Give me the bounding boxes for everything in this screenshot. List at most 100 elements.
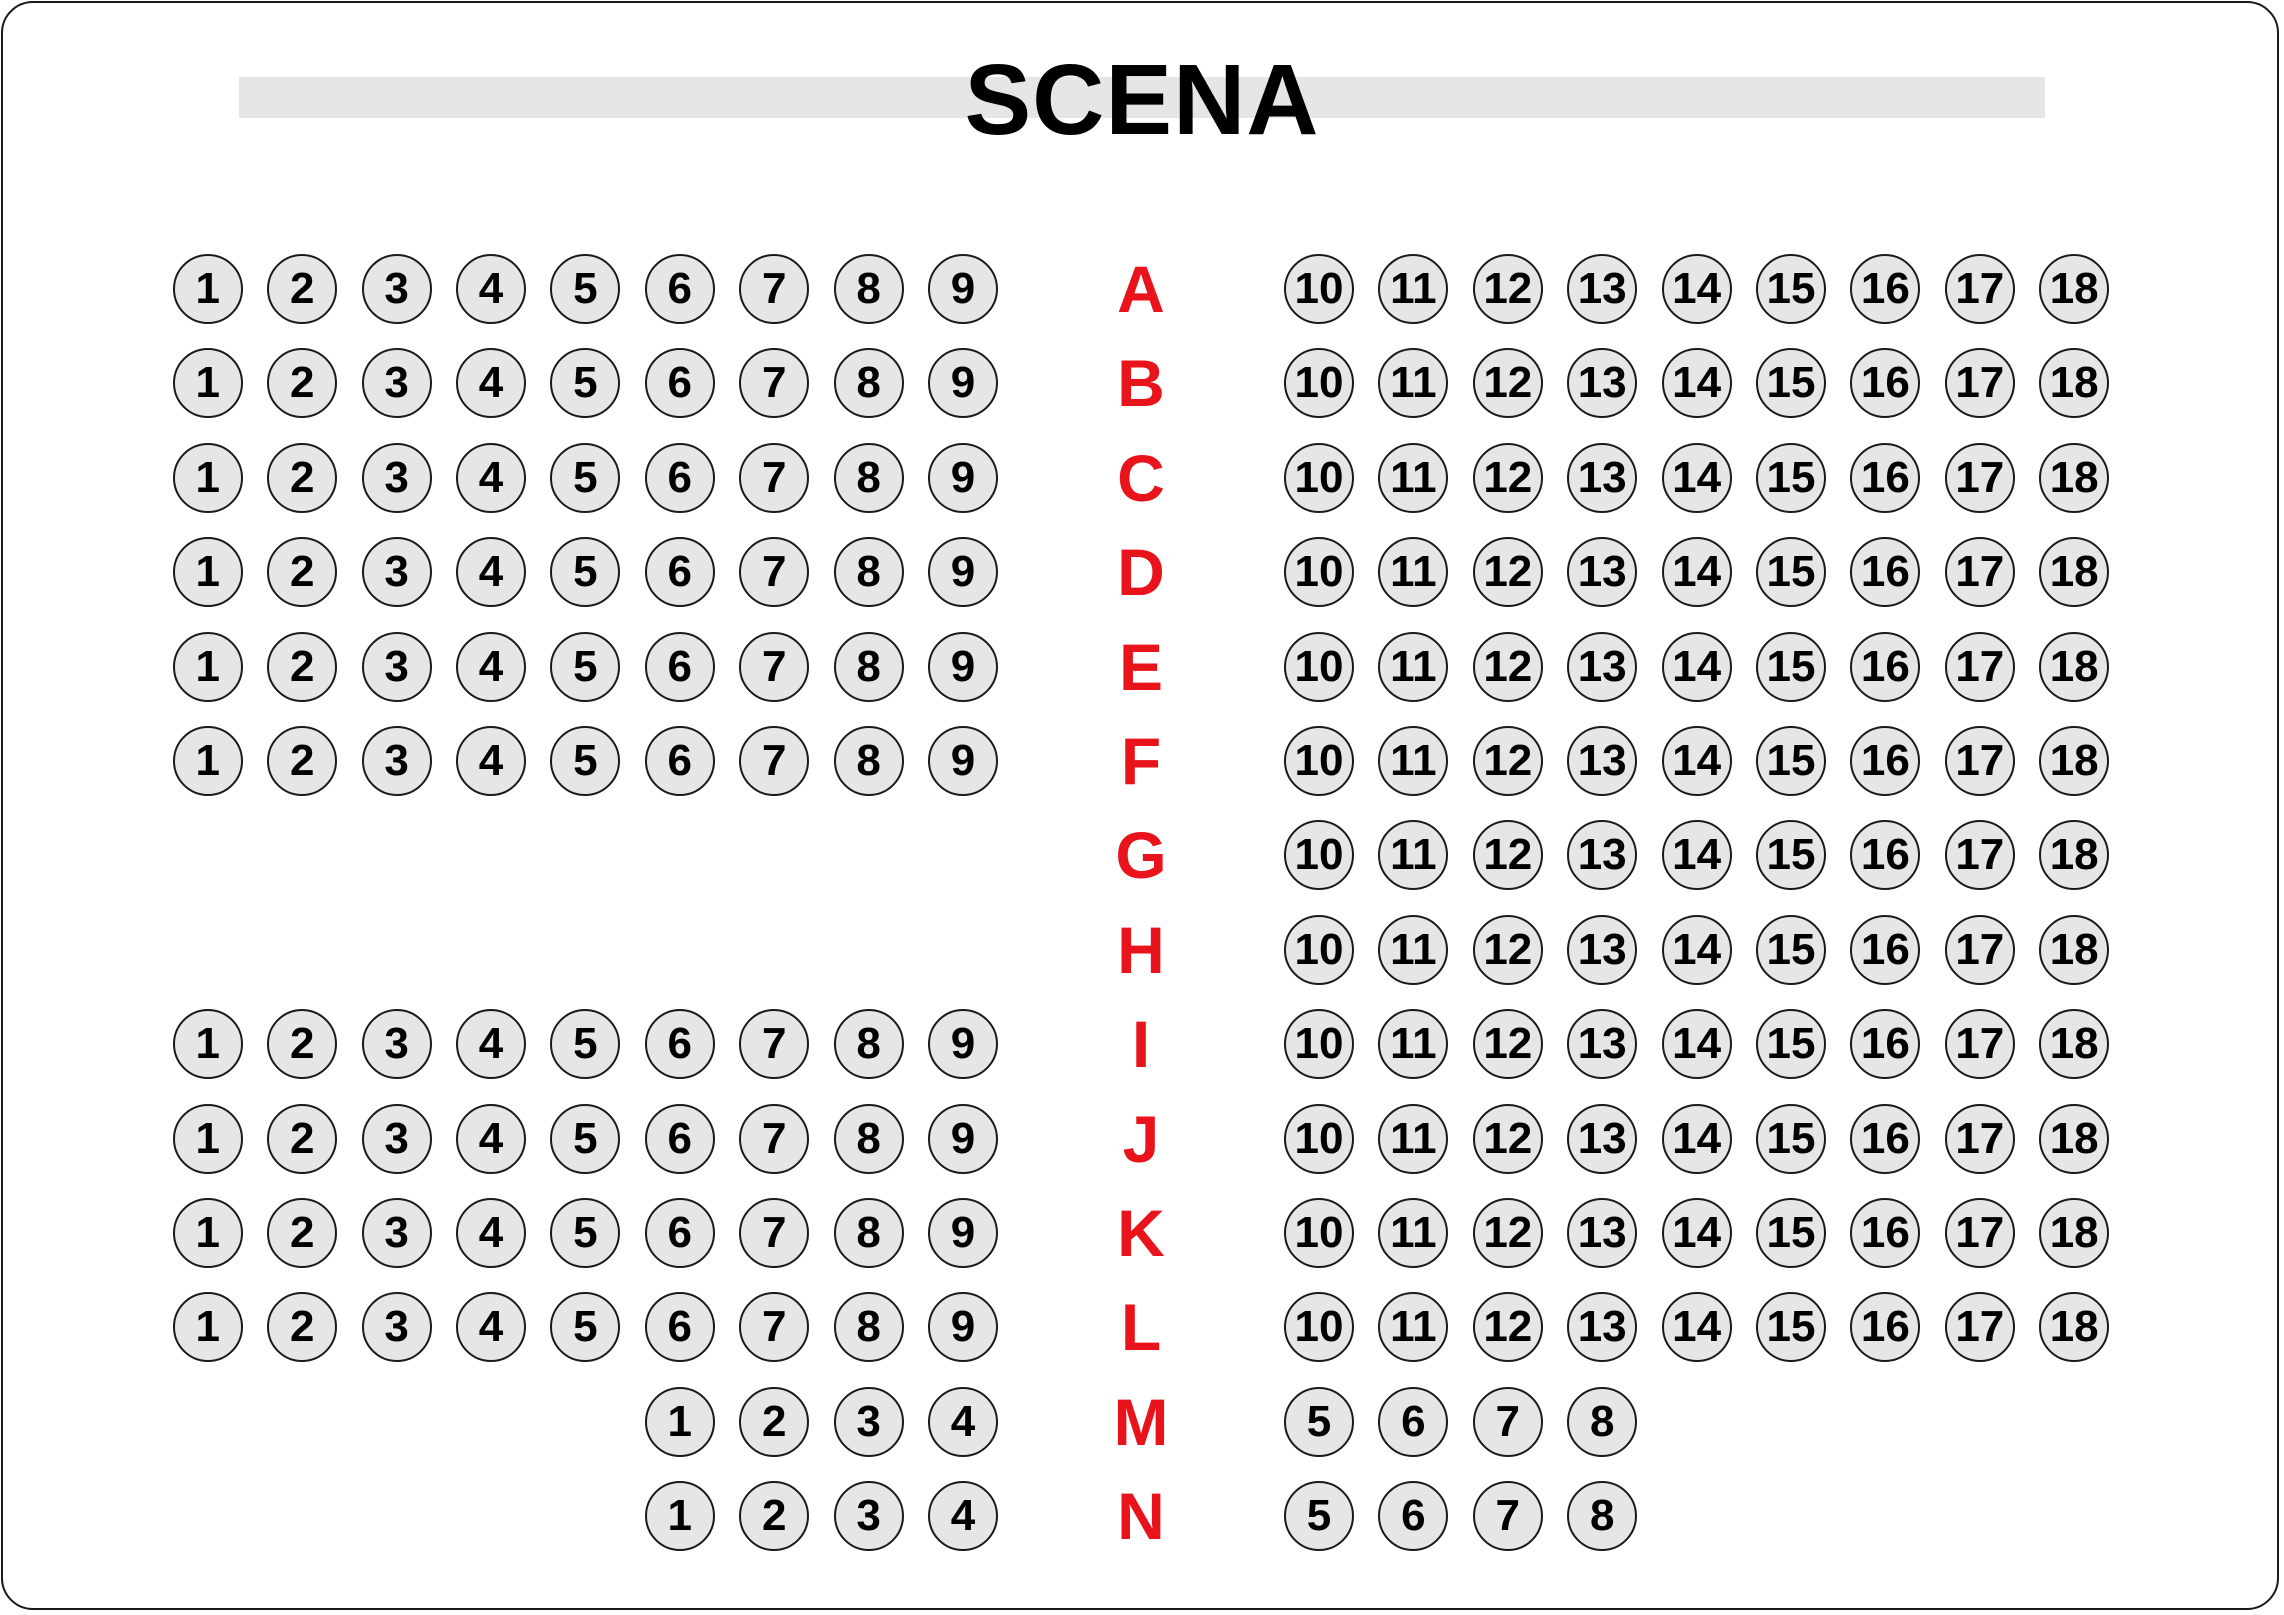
seat-L-1[interactable]: 1: [172, 1292, 243, 1363]
seat-F-13[interactable]: 13: [1567, 726, 1638, 796]
seat-H-12[interactable]: 12: [1472, 914, 1543, 985]
seat-M-6[interactable]: 6: [1378, 1386, 1449, 1457]
seat-N-8[interactable]: 8: [1567, 1481, 1638, 1552]
seat-F-4[interactable]: 4: [456, 726, 526, 796]
seat-B-17[interactable]: 17: [1944, 348, 2015, 419]
seat-K-10[interactable]: 10: [1284, 1198, 1354, 1268]
seat-M-7[interactable]: 7: [1472, 1386, 1543, 1457]
seat-N-6[interactable]: 6: [1378, 1481, 1449, 1552]
seat-B-4[interactable]: 4: [456, 348, 526, 419]
seat-C-2[interactable]: 2: [267, 442, 338, 513]
seat-D-12[interactable]: 12: [1472, 537, 1543, 608]
seat-D-9[interactable]: 9: [928, 537, 998, 608]
seat-B-8[interactable]: 8: [833, 348, 904, 419]
seat-F-8[interactable]: 8: [833, 726, 904, 796]
seat-A-13[interactable]: 13: [1567, 254, 1638, 324]
seat-D-14[interactable]: 14: [1661, 537, 1732, 608]
seat-C-6[interactable]: 6: [644, 442, 715, 513]
seat-A-9[interactable]: 9: [928, 254, 998, 324]
seat-L-17[interactable]: 17: [1944, 1292, 2015, 1363]
seat-I-4[interactable]: 4: [456, 1009, 526, 1080]
seat-M-8[interactable]: 8: [1567, 1386, 1638, 1457]
seat-M-2[interactable]: 2: [739, 1386, 810, 1457]
seat-D-5[interactable]: 5: [550, 537, 621, 608]
seat-J-9[interactable]: 9: [928, 1103, 998, 1174]
seat-B-1[interactable]: 1: [172, 348, 243, 419]
seat-E-6[interactable]: 6: [644, 631, 715, 702]
seat-F-7[interactable]: 7: [739, 726, 810, 796]
seat-B-18[interactable]: 18: [2039, 348, 2110, 419]
seat-D-4[interactable]: 4: [456, 537, 526, 608]
seat-I-12[interactable]: 12: [1472, 1009, 1543, 1080]
seat-K-1[interactable]: 1: [172, 1198, 243, 1268]
seat-L-2[interactable]: 2: [267, 1292, 338, 1363]
seat-E-8[interactable]: 8: [833, 631, 904, 702]
seat-H-16[interactable]: 16: [1850, 914, 1921, 985]
seat-K-3[interactable]: 3: [361, 1198, 432, 1268]
seat-K-5[interactable]: 5: [550, 1198, 621, 1268]
seat-J-15[interactable]: 15: [1756, 1103, 1826, 1174]
seat-A-12[interactable]: 12: [1472, 254, 1543, 324]
seat-H-18[interactable]: 18: [2039, 914, 2110, 985]
seat-A-6[interactable]: 6: [644, 254, 715, 324]
seat-E-12[interactable]: 12: [1472, 631, 1543, 702]
seat-I-8[interactable]: 8: [833, 1009, 904, 1080]
seat-L-10[interactable]: 10: [1284, 1292, 1354, 1363]
seat-F-6[interactable]: 6: [644, 726, 715, 796]
seat-D-18[interactable]: 18: [2039, 537, 2110, 608]
seat-G-10[interactable]: 10: [1284, 820, 1354, 891]
seat-I-3[interactable]: 3: [361, 1009, 432, 1080]
seat-H-13[interactable]: 13: [1567, 914, 1638, 985]
seat-A-2[interactable]: 2: [267, 254, 338, 324]
seat-A-14[interactable]: 14: [1661, 254, 1732, 324]
seat-F-17[interactable]: 17: [1944, 726, 2015, 796]
seat-B-9[interactable]: 9: [928, 348, 998, 419]
seat-J-4[interactable]: 4: [456, 1103, 526, 1174]
seat-D-16[interactable]: 16: [1850, 537, 1921, 608]
seat-I-9[interactable]: 9: [928, 1009, 998, 1080]
seat-D-13[interactable]: 13: [1567, 537, 1638, 608]
seat-K-12[interactable]: 12: [1472, 1198, 1543, 1268]
seat-A-10[interactable]: 10: [1284, 254, 1354, 324]
seat-J-12[interactable]: 12: [1472, 1103, 1543, 1174]
seat-B-10[interactable]: 10: [1284, 348, 1354, 419]
seat-B-7[interactable]: 7: [739, 348, 810, 419]
seat-J-13[interactable]: 13: [1567, 1103, 1638, 1174]
seat-D-3[interactable]: 3: [361, 537, 432, 608]
seat-C-13[interactable]: 13: [1567, 442, 1638, 513]
seat-I-2[interactable]: 2: [267, 1009, 338, 1080]
seat-B-15[interactable]: 15: [1756, 348, 1826, 419]
seat-G-13[interactable]: 13: [1567, 820, 1638, 891]
seat-M-5[interactable]: 5: [1284, 1386, 1354, 1457]
seat-D-6[interactable]: 6: [644, 537, 715, 608]
seat-B-12[interactable]: 12: [1472, 348, 1543, 419]
seat-C-1[interactable]: 1: [172, 442, 243, 513]
seat-M-1[interactable]: 1: [644, 1386, 715, 1457]
seat-A-5[interactable]: 5: [550, 254, 621, 324]
seat-J-17[interactable]: 17: [1944, 1103, 2015, 1174]
seat-C-14[interactable]: 14: [1661, 442, 1732, 513]
seat-L-13[interactable]: 13: [1567, 1292, 1638, 1363]
seat-G-12[interactable]: 12: [1472, 820, 1543, 891]
seat-J-11[interactable]: 11: [1378, 1103, 1449, 1174]
seat-I-17[interactable]: 17: [1944, 1009, 2015, 1080]
seat-L-4[interactable]: 4: [456, 1292, 526, 1363]
seat-F-15[interactable]: 15: [1756, 726, 1826, 796]
seat-C-3[interactable]: 3: [361, 442, 432, 513]
seat-D-1[interactable]: 1: [172, 537, 243, 608]
seat-D-7[interactable]: 7: [739, 537, 810, 608]
seat-E-15[interactable]: 15: [1756, 631, 1826, 702]
seat-F-2[interactable]: 2: [267, 726, 338, 796]
seat-J-10[interactable]: 10: [1284, 1103, 1354, 1174]
seat-J-8[interactable]: 8: [833, 1103, 904, 1174]
seat-A-16[interactable]: 16: [1850, 254, 1921, 324]
seat-J-5[interactable]: 5: [550, 1103, 621, 1174]
seat-J-14[interactable]: 14: [1661, 1103, 1732, 1174]
seat-I-14[interactable]: 14: [1661, 1009, 1732, 1080]
seat-A-7[interactable]: 7: [739, 254, 810, 324]
seat-C-5[interactable]: 5: [550, 442, 621, 513]
seat-F-10[interactable]: 10: [1284, 726, 1354, 796]
seat-K-8[interactable]: 8: [833, 1198, 904, 1268]
seat-F-1[interactable]: 1: [172, 726, 243, 796]
seat-K-18[interactable]: 18: [2039, 1198, 2110, 1268]
